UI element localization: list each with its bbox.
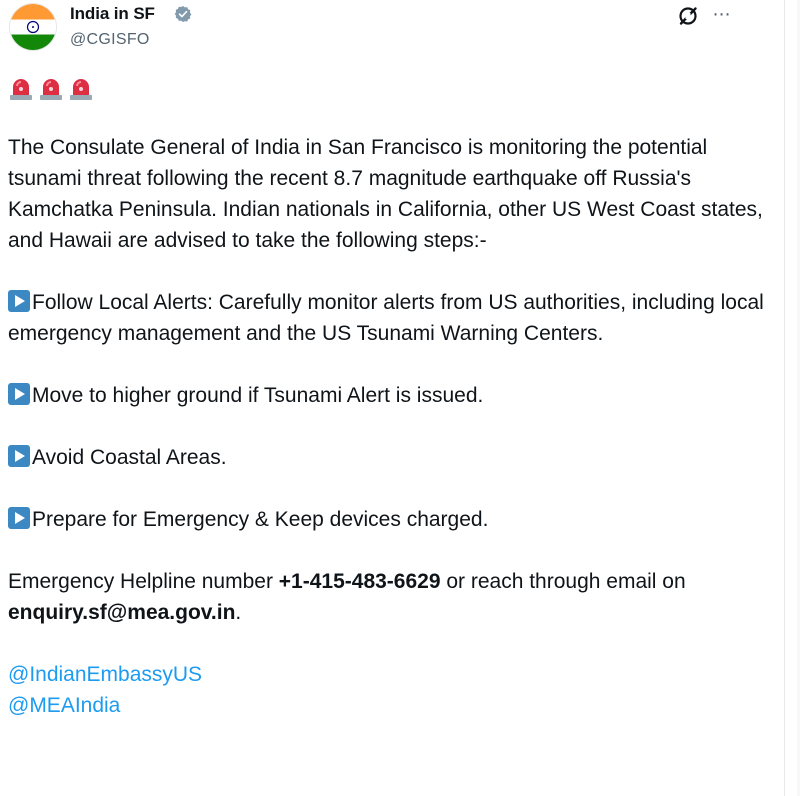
mention-link-meaindia[interactable]: @MEAIndia	[8, 690, 768, 721]
post-header: India in SF @CGISFO ⋯	[0, 0, 784, 64]
bullet-item: Avoid Coastal Areas.	[8, 442, 768, 473]
play-button-icon	[8, 445, 30, 467]
avatar[interactable]	[10, 4, 56, 50]
police-light-icon	[40, 79, 62, 100]
display-name[interactable]: India in SF	[70, 4, 155, 24]
play-button-icon	[8, 290, 30, 312]
india-flag-avatar-icon	[10, 4, 56, 50]
bullet-text: Avoid Coastal Areas.	[32, 446, 227, 469]
bullet-item: Prepare for Emergency & Keep devices cha…	[8, 504, 768, 535]
mention-link-indianembassyus[interactable]: @IndianEmbassyUS	[8, 659, 768, 690]
helpline-paragraph: Emergency Helpline number +1-415-483-662…	[8, 566, 768, 628]
play-button-icon	[8, 507, 30, 529]
siren-emoji-row	[8, 75, 94, 101]
grok-icon[interactable]	[676, 4, 700, 28]
post-body: The Consulate General of India in San Fr…	[8, 132, 768, 721]
police-light-icon	[70, 79, 92, 100]
column-divider	[784, 0, 785, 796]
helpline-email: enquiry.sf@mea.gov.in	[8, 601, 236, 624]
more-options-icon[interactable]: ⋯	[708, 4, 736, 28]
bullet-text: Follow Local Alerts: Carefully monitor a…	[8, 291, 764, 345]
user-handle[interactable]: @CGISFO	[70, 31, 150, 49]
bullet-text: Move to higher ground if Tsunami Alert i…	[32, 384, 484, 407]
helpline-number: +1-415-483-6629	[278, 570, 441, 593]
verified-badge-icon[interactable]	[174, 5, 192, 23]
bullet-item: Move to higher ground if Tsunami Alert i…	[8, 380, 768, 411]
bullet-item: Follow Local Alerts: Carefully monitor a…	[8, 287, 768, 349]
mentions-block: @IndianEmbassyUS @MEAIndia	[8, 659, 768, 721]
bullet-text: Prepare for Emergency & Keep devices cha…	[32, 508, 489, 531]
helpline-middle: or reach through email on	[440, 570, 686, 593]
helpline-prefix: Emergency Helpline number	[8, 570, 279, 593]
police-light-icon	[10, 79, 32, 100]
post-intro: The Consulate General of India in San Fr…	[8, 136, 763, 252]
helpline-suffix: .	[235, 601, 242, 624]
play-button-icon	[8, 383, 30, 405]
